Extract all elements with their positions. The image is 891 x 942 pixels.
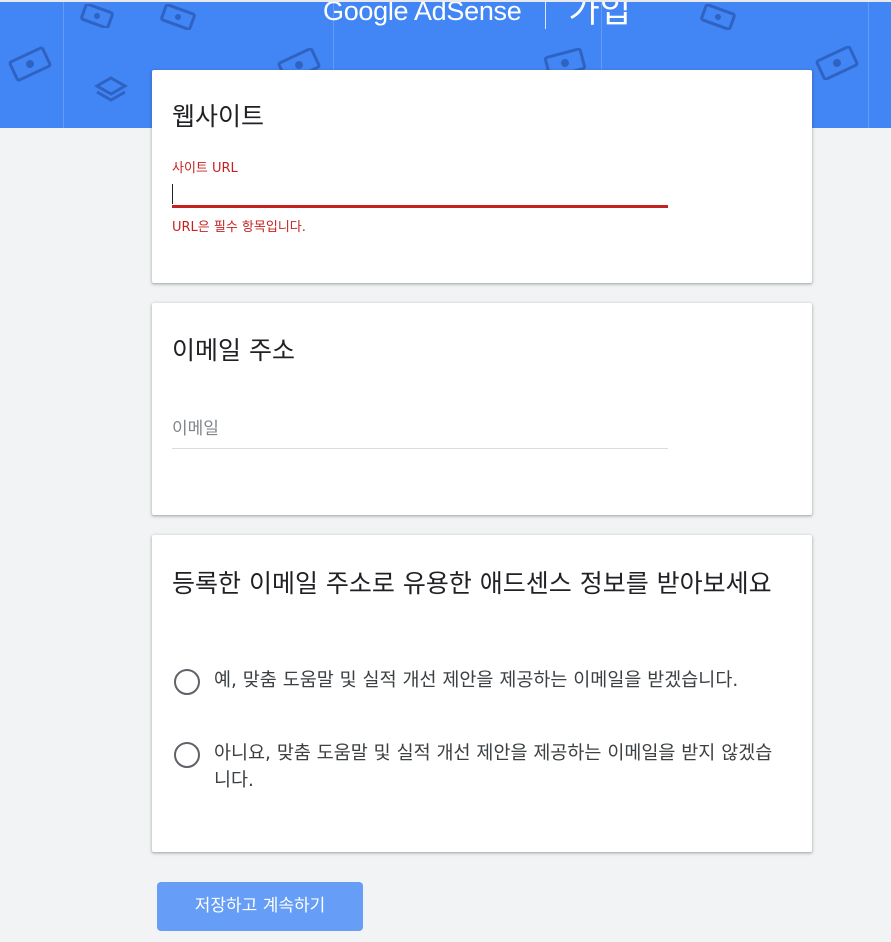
website-card: 웹사이트 사이트 URL URL은 필수 항목입니다. xyxy=(152,70,812,283)
money-icon xyxy=(700,4,736,30)
site-url-field[interactable]: 사이트 URL URL은 필수 항목입니다. xyxy=(172,157,668,235)
layers-icon xyxy=(94,76,128,102)
website-card-title: 웹사이트 xyxy=(172,102,265,131)
site-url-error: URL은 필수 항목입니다. xyxy=(172,220,306,235)
radio-option-label: 아니요, 맞춤 도움말 및 실적 개선 제안을 제공하는 이메일을 받지 않겠습… xyxy=(214,743,773,791)
radio-option-yes[interactable]: 예, 맞춤 도움말 및 실적 개선 제안을 제공하는 이메일을 받겠습니다. xyxy=(174,667,784,695)
email-input[interactable] xyxy=(172,413,668,449)
money-icon xyxy=(815,46,859,80)
radio-button[interactable] xyxy=(174,669,200,695)
save-and-continue-button[interactable]: 저장하고 계속하기 xyxy=(157,882,363,931)
banner-divider xyxy=(63,2,64,128)
radio-option-label: 예, 맞춤 도움말 및 실적 개선 제안을 제공하는 이메일을 받겠습니다. xyxy=(214,670,739,691)
email-card-title: 이메일 주소 xyxy=(172,336,295,365)
money-icon xyxy=(80,4,114,28)
radio-button[interactable] xyxy=(174,742,200,768)
email-card: 이메일 주소 xyxy=(152,303,812,515)
newsletter-card: 등록한 이메일 주소로 유용한 애드센스 정보를 받아보세요 예, 맞춤 도움말… xyxy=(152,535,812,852)
site-url-label: 사이트 URL xyxy=(172,161,238,176)
radio-option-no[interactable]: 아니요, 맞춤 도움말 및 실적 개선 제안을 제공하는 이메일을 받지 않겠습… xyxy=(174,740,784,794)
money-icon xyxy=(160,4,196,30)
banner-divider xyxy=(868,2,869,128)
text-cursor xyxy=(172,184,173,204)
site-url-input[interactable] xyxy=(172,176,668,208)
brand-divider xyxy=(545,2,547,29)
email-field[interactable] xyxy=(172,413,668,449)
header-brand: Google AdSense 가입 xyxy=(323,0,632,31)
adsense-logo: Google AdSense xyxy=(323,0,522,26)
money-icon xyxy=(8,46,52,82)
newsletter-card-title: 등록한 이메일 주소로 유용한 애드센스 정보를 받아보세요 xyxy=(172,569,772,598)
page-title: 가입 xyxy=(568,0,632,31)
